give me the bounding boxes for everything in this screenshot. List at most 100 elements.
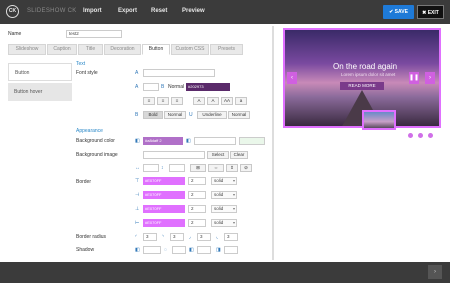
- exit-button[interactable]: ✖ EXIT: [417, 5, 444, 19]
- shadow-blur-icon: ◌: [164, 247, 167, 253]
- radius-tl-icon: ◜: [135, 234, 137, 240]
- opacity-input[interactable]: [239, 137, 265, 145]
- shadow-inset-icon: ◨: [216, 247, 221, 253]
- tab-presets[interactable]: Presets: [210, 44, 243, 55]
- radius-tl-input[interactable]: 3: [143, 233, 157, 241]
- border-label: Border: [76, 179, 92, 185]
- radius-bl-input[interactable]: 3: [224, 233, 238, 241]
- tab-custom-css[interactable]: Custom CSS: [171, 44, 209, 55]
- color-picker-icon: ◧: [135, 138, 140, 144]
- border-right-width[interactable]: 2: [188, 191, 206, 199]
- bg-repeat-button[interactable]: ⊞: [190, 164, 206, 172]
- normal-decoration-button[interactable]: Normal: [228, 111, 250, 119]
- font-family-input[interactable]: [143, 69, 215, 77]
- clear-image-button[interactable]: Clear: [230, 151, 248, 159]
- thumbnail[interactable]: [362, 110, 396, 130]
- border-left-style[interactable]: solid: [211, 219, 237, 227]
- bg-image-input[interactable]: [143, 151, 205, 159]
- tab-title[interactable]: Title: [78, 44, 103, 55]
- border-top-style[interactable]: solid: [211, 177, 237, 185]
- export-button[interactable]: Export: [118, 8, 137, 14]
- lowercase-button[interactable]: a: [235, 97, 247, 105]
- bg-position-y-input[interactable]: [169, 164, 185, 172]
- underline-button[interactable]: Underline: [197, 111, 227, 119]
- no-shadow-text-button[interactable]: A: [207, 97, 219, 105]
- app-title: SLIDESHOW CK: [27, 8, 77, 14]
- next-arrow-icon[interactable]: ›: [425, 72, 435, 84]
- footer-bar: [0, 262, 450, 283]
- import-button[interactable]: Import: [83, 8, 102, 14]
- border-right-style[interactable]: solid: [211, 191, 237, 199]
- radius-br-input[interactable]: 3: [197, 233, 211, 241]
- scrollbar[interactable]: [272, 26, 274, 260]
- uppercase-button[interactable]: AA: [221, 97, 233, 105]
- tab-decoration[interactable]: Decoration: [104, 44, 141, 55]
- save-button[interactable]: ✔ SAVE: [383, 5, 414, 19]
- name-label: Name: [8, 31, 22, 37]
- pagination-dot[interactable]: [418, 133, 423, 138]
- tab-slideshow[interactable]: Slideshow: [8, 44, 46, 55]
- radius-tr-icon: ◝: [162, 234, 164, 240]
- align-right-button[interactable]: ≡: [171, 97, 183, 105]
- align-center-button[interactable]: ≡: [157, 97, 169, 105]
- border-bottom-width[interactable]: 2: [188, 205, 206, 213]
- border-bottom-style[interactable]: solid: [211, 205, 237, 213]
- position-y-icon: ↕: [161, 165, 164, 171]
- pagination-dot[interactable]: [428, 133, 433, 138]
- shadow-text-button[interactable]: A: [193, 97, 205, 105]
- border-left-icon: ⊢: [135, 220, 140, 226]
- font-size-icon: A: [135, 84, 139, 90]
- position-x-icon: ↔: [135, 165, 140, 171]
- text-color-swatch[interactable]: #202973: [186, 83, 230, 91]
- bg-color-swatch[interactable]: #a8daff 2: [143, 137, 183, 145]
- normal-weight-button[interactable]: Normal: [164, 111, 186, 119]
- bg-position-x-input[interactable]: [143, 164, 159, 172]
- sidebar-item-button-hover[interactable]: Button hover: [8, 83, 72, 101]
- radius-br-icon: ◞: [189, 234, 191, 240]
- bg-no-repeat-button[interactable]: ⊘: [240, 164, 252, 172]
- border-left-width[interactable]: 2: [188, 219, 206, 227]
- radius-bl-icon: ◟: [216, 234, 218, 240]
- name-input[interactable]: test2: [66, 30, 122, 38]
- border-left-color[interactable]: #E070FF: [143, 219, 185, 227]
- bold-button[interactable]: Bold: [143, 111, 163, 119]
- preview-read-more-button[interactable]: READ MORE: [340, 82, 384, 90]
- font-style-label: Font style: [76, 70, 98, 76]
- font-size-input[interactable]: [143, 83, 159, 91]
- border-right-color[interactable]: #E070FF: [143, 191, 185, 199]
- tab-button[interactable]: Button: [142, 44, 170, 55]
- tab-caption[interactable]: Caption: [47, 44, 77, 55]
- sidebar-item-button[interactable]: Button: [8, 63, 72, 81]
- bg-color-label: Background color: [76, 138, 115, 144]
- pagination-dot[interactable]: [408, 133, 413, 138]
- border-top-width[interactable]: 2: [188, 177, 206, 185]
- bg-repeat-y-button[interactable]: ⇕: [226, 164, 238, 172]
- reset-button[interactable]: Reset: [151, 8, 167, 14]
- border-radius-label: Border radius: [76, 234, 107, 240]
- shadow-spread-input[interactable]: [197, 246, 211, 254]
- bg-image-label: Background image: [76, 152, 118, 158]
- select-image-button[interactable]: Select: [207, 151, 229, 159]
- bold-icon: B: [135, 112, 139, 118]
- gradient-icon: ◧: [186, 138, 191, 144]
- bg-repeat-x-button[interactable]: ⇔: [208, 164, 224, 172]
- preview-button[interactable]: Preview: [182, 8, 205, 14]
- shadow-color-icon: ◧: [135, 247, 140, 253]
- shadow-spread-icon: ◧: [189, 247, 194, 253]
- gradient-color-input[interactable]: [194, 137, 236, 145]
- shadow-offset-input[interactable]: [224, 246, 238, 254]
- pause-icon[interactable]: ❚❚: [409, 72, 419, 84]
- border-bottom-icon: ⊥: [135, 206, 140, 212]
- text-section-heading: Text: [76, 61, 86, 67]
- border-right-icon: ⊣: [135, 192, 140, 198]
- shadow-label: Shadow: [76, 247, 95, 253]
- footer-arrow-icon[interactable]: ›: [428, 265, 442, 279]
- align-left-button[interactable]: ≡: [143, 97, 155, 105]
- border-bottom-color[interactable]: #E070FF: [143, 205, 185, 213]
- shadow-color-input[interactable]: [143, 246, 161, 254]
- shadow-blur-input[interactable]: [172, 246, 186, 254]
- prev-arrow-icon[interactable]: ‹: [287, 72, 297, 84]
- radius-tr-input[interactable]: 3: [170, 233, 184, 241]
- preview-title: On the road again: [333, 62, 398, 71]
- border-top-color[interactable]: #E070FF: [143, 177, 185, 185]
